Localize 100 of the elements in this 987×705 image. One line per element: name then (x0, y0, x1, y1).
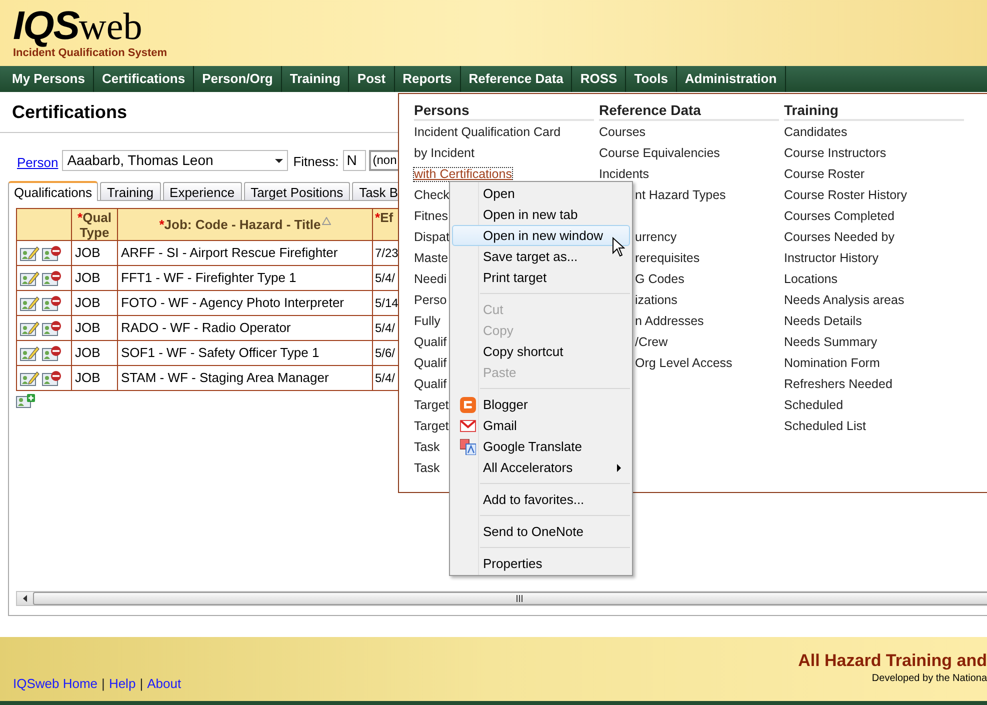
menu-item[interactable]: Target (414, 420, 449, 433)
column-header[interactable]: *Qual Type (72, 208, 118, 240)
menu-item[interactable]: Refreshers Needed (784, 378, 892, 391)
edit-icon[interactable] (20, 345, 40, 361)
menu-item[interactable]: Fully (414, 315, 440, 328)
delete-icon[interactable] (42, 245, 62, 261)
table-cell: FOTO - WF - Agency Photo Interpreter (118, 290, 372, 316)
menu-item[interactable]: Org Level Access (635, 357, 732, 370)
context-menu-item[interactable]: Blogger (452, 394, 630, 415)
dropdown-arrow-icon[interactable] (275, 158, 284, 162)
menu-item[interactable]: rerequisites (635, 252, 700, 265)
context-menu-item[interactable]: Properties (452, 553, 630, 574)
tab[interactable]: Training (100, 182, 161, 200)
menu-item[interactable]: Needs Analysis areas (784, 294, 904, 307)
link-separator: | (102, 674, 105, 693)
menu-item[interactable]: Nomination Form (784, 357, 880, 370)
footer-link[interactable]: About (147, 674, 182, 693)
edit-icon[interactable] (20, 295, 40, 311)
menu-item[interactable]: Instructor History (784, 252, 878, 265)
menu-item[interactable]: Needi (414, 273, 447, 286)
tab[interactable]: Target Positions (244, 182, 350, 200)
menu-item[interactable]: with Certifications (414, 168, 512, 181)
menu-item[interactable]: Courses Needed by (784, 231, 894, 244)
menu-item[interactable]: Target (414, 399, 449, 412)
menu-item[interactable]: Course Roster History (784, 189, 907, 202)
nav-item[interactable]: Administration (676, 66, 786, 92)
nav-item[interactable]: ROSS (572, 66, 626, 92)
menu-item[interactable]: Fitnes (414, 210, 448, 223)
table-cell: RADO - WF - Radio Operator (118, 316, 372, 340)
menu-item[interactable]: Scheduled (784, 399, 844, 412)
menu-item[interactable]: G Codes (635, 273, 684, 286)
page-title: Certifications (12, 100, 128, 124)
scroll-grip-icon[interactable] (516, 595, 523, 602)
tab[interactable]: Qualifications (8, 181, 98, 201)
nav-item[interactable]: Tools (626, 66, 677, 92)
nav-item[interactable]: My Persons (4, 66, 94, 92)
context-menu-item[interactable]: Send to OneNote (452, 521, 630, 542)
nav-item[interactable]: Certifications (94, 66, 194, 92)
menu-item[interactable]: Candidates (784, 126, 848, 139)
menu-item[interactable]: nt Hazard Types (635, 189, 726, 202)
nav-item[interactable]: Person/Org (194, 66, 282, 92)
edit-icon[interactable] (20, 270, 40, 286)
horizontal-scrollbar[interactable] (16, 591, 987, 606)
edit-icon[interactable] (20, 320, 40, 336)
context-menu-item[interactable]: Gmail (452, 415, 630, 436)
nav-item[interactable]: Reference Data (460, 66, 572, 92)
menu-item[interactable]: Check (414, 189, 450, 202)
add-icon[interactable] (16, 393, 36, 409)
edit-icon[interactable] (20, 245, 40, 261)
tab[interactable]: Experience (162, 182, 242, 200)
menu-item[interactable]: Qualif (414, 378, 447, 391)
scroll-left-icon[interactable] (22, 595, 28, 602)
menu-item[interactable]: Scheduled List (784, 420, 866, 433)
person-link[interactable]: Person (17, 152, 58, 172)
delete-icon[interactable] (42, 295, 62, 311)
menu-item[interactable]: Course Roster (784, 168, 865, 181)
menu-item[interactable]: Perso (414, 294, 447, 307)
delete-icon[interactable] (42, 370, 62, 386)
menu-item[interactable]: Task (414, 462, 440, 475)
delete-icon[interactable] (42, 345, 62, 361)
menu-item[interactable]: Courses (599, 126, 646, 139)
column-header[interactable]: *Job: Code - Hazard - Title (118, 208, 372, 240)
menu-item[interactable]: Task (414, 441, 440, 454)
nav-item[interactable]: Reports (394, 66, 461, 92)
footer-link[interactable]: Help (108, 674, 136, 693)
table-cell: ARFF - SI - Airport Rescue Firefighter (118, 240, 372, 266)
link-separator: | (140, 674, 144, 693)
delete-icon[interactable] (42, 270, 62, 286)
menu-item[interactable]: /Crew (635, 336, 668, 349)
menu-item[interactable]: Locations (784, 273, 838, 286)
context-menu-item[interactable]: Open (452, 183, 630, 204)
menu-item[interactable]: Incidents (599, 168, 650, 181)
menu-item[interactable]: by Incident (414, 147, 474, 160)
menu-item[interactable]: Course Instructors (784, 147, 886, 160)
footer-link[interactable]: IQSweb Home (13, 674, 98, 693)
menu-item[interactable]: Courses Completed (784, 210, 894, 223)
delete-icon[interactable] (42, 320, 62, 336)
menu-item[interactable]: Course Equivalencies (599, 147, 720, 160)
table-cell: JOB (72, 290, 118, 316)
menu-item[interactable]: Maste (414, 252, 448, 265)
context-menu-item[interactable]: All Accelerators (452, 457, 630, 478)
cursor-icon (612, 237, 625, 257)
person-select[interactable]: Aaabarb, Thomas Leon (62, 150, 288, 171)
nav-item[interactable]: Training (282, 66, 350, 92)
table-cell: JOB (72, 340, 118, 366)
context-menu-item[interactable]: Open in new window (452, 225, 630, 246)
menu-item[interactable]: n Addresses (635, 315, 704, 328)
context-menu-item[interactable]: Add to favorites... (452, 489, 630, 510)
menu-item[interactable]: Needs Details (784, 315, 862, 328)
menu-item[interactable]: izations (635, 294, 678, 307)
fitness-label: Fitness: (293, 153, 339, 172)
table-cell: JOB (72, 240, 118, 266)
menu-item[interactable]: urrency (635, 231, 677, 244)
edit-icon[interactable] (20, 370, 40, 386)
context-menu-item[interactable]: Open in new tab (452, 204, 630, 225)
context-menu-item[interactable]: Google Translate (452, 436, 630, 457)
nav-item[interactable]: Post (349, 66, 395, 92)
fitness-field[interactable]: N (342, 150, 366, 171)
menu-item[interactable]: Needs Summary (784, 336, 878, 349)
menu-item[interactable]: Incident Qualification Card (414, 126, 561, 139)
